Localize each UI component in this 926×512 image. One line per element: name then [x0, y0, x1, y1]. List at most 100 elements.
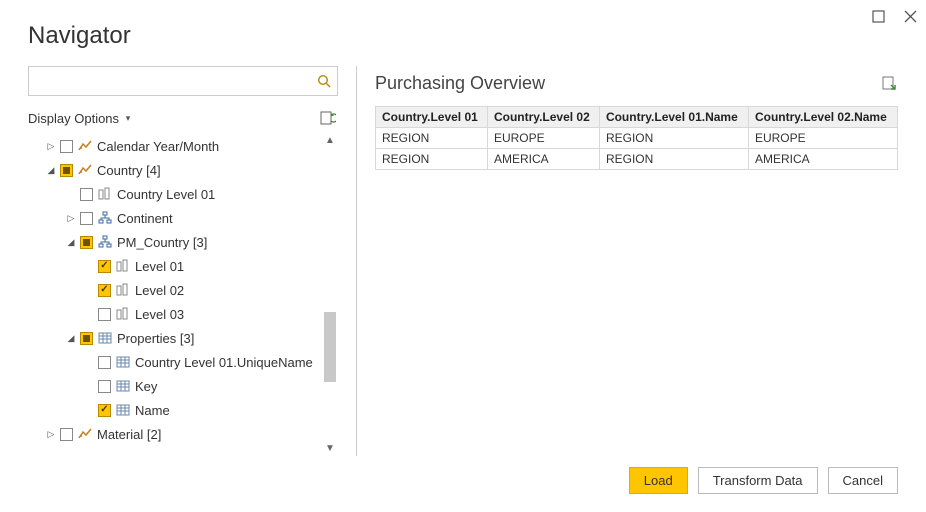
checkbox[interactable] [60, 164, 73, 177]
collapse-icon[interactable]: ◢ [66, 333, 76, 344]
table-header-row: Country.Level 01 Country.Level 02 Countr… [376, 107, 898, 128]
tree-label: Country Level 01.UniqueName [135, 355, 313, 370]
display-options-label: Display Options [28, 111, 119, 126]
tree-wrap: ▷ Calendar Year/Month ◢ Country [4] Coun… [28, 132, 338, 456]
cell: EUROPE [748, 128, 897, 149]
tree-label: Level 02 [135, 283, 184, 298]
scroll-up-icon[interactable]: ▲ [322, 132, 338, 148]
dimension-icon [77, 426, 93, 442]
collapse-icon[interactable]: ◢ [46, 165, 56, 176]
hierarchy-icon [97, 234, 113, 250]
tree: ▷ Calendar Year/Month ◢ Country [4] Coun… [28, 132, 338, 446]
tree-node-level02[interactable]: Level 02 [28, 278, 338, 302]
level-icon [115, 258, 131, 274]
dimension-icon [77, 138, 93, 154]
search-input[interactable] [29, 74, 311, 89]
level-icon [115, 306, 131, 322]
tree-node-uniquename[interactable]: Country Level 01.UniqueName [28, 350, 338, 374]
checkbox[interactable] [98, 284, 111, 297]
col-header: Country.Level 02 [487, 107, 599, 128]
tree-label: Level 01 [135, 259, 184, 274]
level-icon [115, 282, 131, 298]
cell: AMERICA [487, 149, 599, 170]
checkbox[interactable] [98, 308, 111, 321]
table-icon [115, 378, 131, 394]
dimension-icon [77, 162, 93, 178]
table-icon [115, 354, 131, 370]
expand-icon[interactable]: ▷ [46, 429, 56, 440]
load-button[interactable]: Load [629, 467, 688, 494]
level-icon [97, 186, 113, 202]
checkbox[interactable] [80, 212, 93, 225]
window-title: Navigator [28, 22, 898, 50]
cancel-button[interactable]: Cancel [828, 467, 898, 494]
display-options-dropdown[interactable]: Display Options ▾ [28, 111, 133, 126]
cell: REGION [599, 128, 748, 149]
preview-table: Country.Level 01 Country.Level 02 Countr… [375, 106, 898, 170]
refresh-icon[interactable] [318, 108, 338, 128]
tree-node-level01[interactable]: Level 01 [28, 254, 338, 278]
tree-node-continent[interactable]: ▷ Continent [28, 206, 338, 230]
col-header: Country.Level 01.Name [599, 107, 748, 128]
maximize-icon[interactable] [870, 8, 886, 24]
expand-icon[interactable]: ▷ [66, 213, 76, 224]
tree-label: Country [4] [97, 163, 161, 178]
checkbox[interactable] [80, 188, 93, 201]
cell: REGION [376, 149, 488, 170]
checkbox[interactable] [80, 236, 93, 249]
preview-header: Purchasing Overview [375, 66, 898, 100]
tree-label: Name [135, 403, 170, 418]
tree-node-properties[interactable]: ◢ Properties [3] [28, 326, 338, 350]
checkbox[interactable] [98, 356, 111, 369]
panel-divider [356, 66, 357, 456]
tree-node-calendar[interactable]: ▷ Calendar Year/Month [28, 134, 338, 158]
table-icon [115, 402, 131, 418]
transform-data-button[interactable]: Transform Data [698, 467, 818, 494]
search-box [28, 66, 338, 96]
tree-label: Level 03 [135, 307, 184, 322]
checkbox[interactable] [98, 260, 111, 273]
collapse-icon[interactable]: ◢ [66, 237, 76, 248]
header: Navigator [0, 0, 926, 56]
options-row: Display Options ▾ [28, 104, 338, 132]
cell: REGION [599, 149, 748, 170]
checkbox[interactable] [98, 404, 111, 417]
tree-label: Material [2] [97, 427, 161, 442]
checkbox[interactable] [80, 332, 93, 345]
preview-title: Purchasing Overview [375, 73, 545, 94]
tree-node-level03[interactable]: Level 03 [28, 302, 338, 326]
tree-label: Country Level 01 [117, 187, 215, 202]
tree-node-country-level01[interactable]: Country Level 01 [28, 182, 338, 206]
cell: REGION [376, 128, 488, 149]
tree-label: Continent [117, 211, 173, 226]
tree-label: Key [135, 379, 157, 394]
preview-options-icon[interactable] [880, 74, 898, 92]
cell: EUROPE [487, 128, 599, 149]
tree-node-material[interactable]: ▷ Material [2] [28, 422, 338, 446]
scroll-down-icon[interactable]: ▼ [322, 440, 338, 456]
tree-scrollbar[interactable]: ▲ ▼ [322, 132, 338, 456]
cell: AMERICA [748, 149, 897, 170]
close-icon[interactable] [902, 8, 918, 24]
tree-node-name[interactable]: Name [28, 398, 338, 422]
expand-icon[interactable]: ▷ [46, 141, 56, 152]
tree-label: Calendar Year/Month [97, 139, 219, 154]
tree-node-country[interactable]: ◢ Country [4] [28, 158, 338, 182]
tree-label: Properties [3] [117, 331, 194, 346]
table-icon [97, 330, 113, 346]
checkbox[interactable] [98, 380, 111, 393]
navigator-panel: Display Options ▾ ▷ Calendar Year/Month … [28, 66, 338, 456]
col-header: Country.Level 01 [376, 107, 488, 128]
scroll-thumb[interactable] [324, 312, 336, 382]
titlebar [870, 8, 918, 24]
table-row: REGION EUROPE REGION EUROPE [376, 128, 898, 149]
search-icon[interactable] [311, 67, 337, 95]
col-header: Country.Level 02.Name [748, 107, 897, 128]
checkbox[interactable] [60, 140, 73, 153]
dialog-footer: Load Transform Data Cancel [629, 467, 898, 494]
checkbox[interactable] [60, 428, 73, 441]
tree-node-key[interactable]: Key [28, 374, 338, 398]
hierarchy-icon [97, 210, 113, 226]
tree-node-pmcountry[interactable]: ◢ PM_Country [3] [28, 230, 338, 254]
table-row: REGION AMERICA REGION AMERICA [376, 149, 898, 170]
